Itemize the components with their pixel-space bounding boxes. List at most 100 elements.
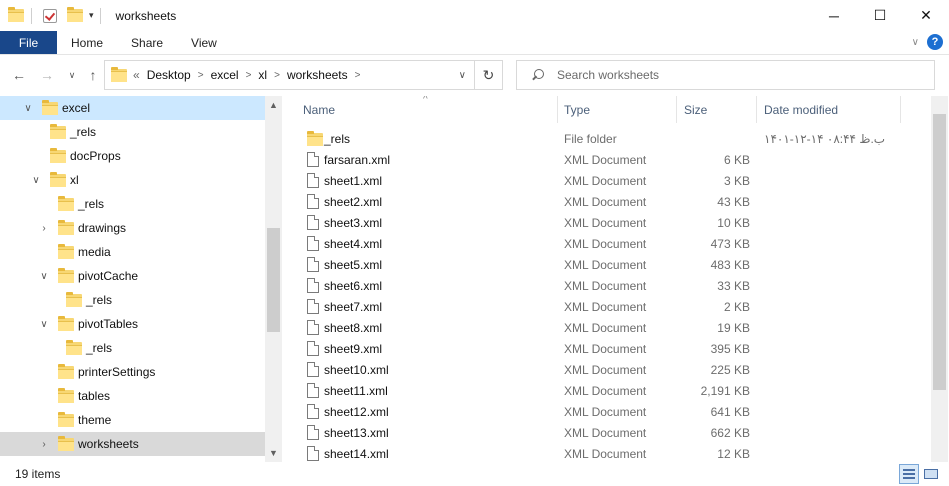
chevron-right-icon[interactable]: > bbox=[274, 70, 280, 81]
file-name: sheet9.xml bbox=[324, 342, 383, 356]
file-row[interactable]: sheet11.xml XML Document 2,191 KB bbox=[283, 380, 931, 401]
file-row[interactable]: sheet12.xml XML Document 641 KB bbox=[283, 401, 931, 422]
file-type: XML Document bbox=[564, 342, 647, 356]
chevron-right-icon[interactable]: > bbox=[355, 70, 361, 81]
file-type: File folder bbox=[564, 132, 617, 146]
file-type: XML Document bbox=[564, 447, 647, 461]
tree-item--rels[interactable]: _rels bbox=[0, 288, 265, 312]
folder-icon bbox=[58, 364, 74, 379]
column-header-type[interactable]: Type bbox=[564, 96, 676, 123]
file-name: sheet8.xml bbox=[324, 321, 383, 335]
close-button[interactable]: ✕ bbox=[903, 0, 949, 31]
file-date-modified: ۱۴۰۱-۱۲-۱۴ ب.ظ ۰۸:۴۴ bbox=[764, 132, 886, 146]
tree-item-tables[interactable]: tables bbox=[0, 384, 265, 408]
file-type: XML Document bbox=[564, 300, 647, 314]
chevron-right-icon[interactable]: › bbox=[38, 222, 50, 234]
breadcrumb-worksheets[interactable]: worksheets bbox=[287, 68, 348, 82]
column-header-name[interactable]: Name bbox=[303, 96, 557, 123]
chevron-down-icon[interactable]: ∨ bbox=[38, 318, 50, 330]
refresh-icon[interactable]: ↻ bbox=[475, 60, 503, 90]
tree-item-label: media bbox=[78, 245, 111, 259]
scroll-up-icon[interactable]: ▲ bbox=[265, 98, 282, 112]
chevron-down-icon[interactable]: ∨ bbox=[30, 174, 42, 186]
chevron-right-icon[interactable]: > bbox=[246, 70, 252, 81]
file-row[interactable]: sheet3.xml XML Document 10 KB bbox=[283, 212, 931, 233]
xml-file-icon bbox=[307, 236, 319, 251]
file-type: XML Document bbox=[564, 258, 647, 272]
tree-item-media[interactable]: media bbox=[0, 240, 265, 264]
column-header-date-modified[interactable]: Date modified bbox=[764, 96, 900, 123]
file-row[interactable]: farsaran.xml XML Document 6 KB bbox=[283, 149, 931, 170]
file-row[interactable]: sheet13.xml XML Document 662 KB bbox=[283, 422, 931, 443]
breadcrumb-overflow[interactable]: « bbox=[133, 68, 140, 82]
file-row[interactable]: sheet2.xml XML Document 43 KB bbox=[283, 191, 931, 212]
breadcrumb-excel[interactable]: excel bbox=[211, 68, 239, 82]
tree-item-printersettings[interactable]: printerSettings bbox=[0, 360, 265, 384]
properties-icon[interactable] bbox=[43, 8, 57, 23]
ribbon-tabs: File Home Share View ∨ ? bbox=[0, 31, 949, 55]
chevron-right-icon[interactable]: › bbox=[38, 438, 50, 450]
up-icon[interactable]: ↑ bbox=[84, 66, 102, 84]
tree-item-worksheets[interactable]: › worksheets bbox=[0, 432, 265, 456]
file-row[interactable]: sheet5.xml XML Document 483 KB bbox=[283, 254, 931, 275]
breadcrumb-xl[interactable]: xl bbox=[258, 68, 267, 82]
tree-item--rels[interactable]: _rels bbox=[0, 192, 265, 216]
column-header-size[interactable]: Size bbox=[684, 96, 756, 123]
back-icon[interactable]: ← bbox=[10, 66, 28, 84]
tree-item--rels[interactable]: _rels bbox=[0, 336, 265, 360]
scroll-down-icon[interactable]: ▼ bbox=[265, 446, 282, 460]
folder-icon bbox=[66, 292, 82, 307]
file-name: _rels bbox=[324, 132, 351, 146]
maximize-button[interactable]: ☐ bbox=[857, 0, 903, 31]
xml-file-icon bbox=[307, 152, 319, 167]
chevron-right-icon[interactable]: > bbox=[198, 70, 204, 81]
large-icons-view-button[interactable] bbox=[921, 464, 941, 484]
file-row[interactable]: sheet1.xml XML Document 3 KB bbox=[283, 170, 931, 191]
tree-item-theme[interactable]: theme bbox=[0, 408, 265, 432]
recent-locations-icon[interactable]: ∨ bbox=[63, 66, 81, 84]
quick-access-toolbar: ▾ bbox=[0, 0, 108, 31]
tree-item-xl[interactable]: ∨ xl bbox=[0, 168, 265, 192]
file-row[interactable]: sheet10.xml XML Document 225 KB bbox=[283, 359, 931, 380]
file-row[interactable]: _rels File folder ۱۴۰۱-۱۲-۱۴ ب.ظ ۰۸:۴۴ bbox=[283, 128, 931, 149]
minimize-button[interactable]: ─ bbox=[811, 0, 857, 31]
file-row[interactable]: sheet7.xml XML Document 2 KB bbox=[283, 296, 931, 317]
tree-item-pivotcache[interactable]: ∨ pivotCache bbox=[0, 264, 265, 288]
chevron-down-icon[interactable]: ∨ bbox=[912, 37, 919, 48]
file-name: sheet7.xml bbox=[324, 300, 383, 314]
tree-item--rels[interactable]: _rels bbox=[0, 120, 265, 144]
folder-icon bbox=[58, 244, 74, 259]
nav-pane-scrollbar[interactable]: ▲ ▼ bbox=[265, 96, 282, 462]
file-row[interactable]: sheet9.xml XML Document 395 KB bbox=[283, 338, 931, 359]
tab-view[interactable]: View bbox=[177, 31, 231, 54]
file-row[interactable]: sheet4.xml XML Document 473 KB bbox=[283, 233, 931, 254]
scrollbar-thumb[interactable] bbox=[933, 114, 946, 390]
file-row[interactable]: sheet6.xml XML Document 33 KB bbox=[283, 275, 931, 296]
address-bar[interactable]: « Desktop > excel > xl > worksheets > ∨ bbox=[104, 60, 475, 90]
file-row[interactable]: sheet8.xml XML Document 19 KB bbox=[283, 317, 931, 338]
help-icon[interactable]: ? bbox=[927, 34, 943, 50]
forward-icon[interactable]: → bbox=[38, 66, 56, 84]
scrollbar-thumb[interactable] bbox=[267, 228, 280, 332]
breadcrumb-desktop[interactable]: Desktop bbox=[147, 68, 191, 82]
new-folder-icon[interactable] bbox=[67, 7, 83, 22]
customize-toolbar-icon[interactable]: ▾ bbox=[89, 10, 94, 21]
details-view-button[interactable] bbox=[899, 464, 919, 484]
tree-item-drawings[interactable]: › drawings bbox=[0, 216, 265, 240]
folder-icon bbox=[50, 124, 66, 139]
search-input[interactable]: Search worksheets bbox=[516, 60, 935, 90]
chevron-down-icon[interactable]: ∨ bbox=[22, 102, 34, 114]
tree-item-excel[interactable]: ∨ excel bbox=[0, 96, 265, 120]
file-name: sheet2.xml bbox=[324, 195, 383, 209]
address-dropdown-icon[interactable]: ∨ bbox=[459, 70, 466, 81]
tree-item-docprops[interactable]: docProps bbox=[0, 144, 265, 168]
chevron-down-icon[interactable]: ∨ bbox=[38, 270, 50, 282]
tab-share[interactable]: Share bbox=[117, 31, 177, 54]
tab-home[interactable]: Home bbox=[57, 31, 117, 54]
file-name: farsaran.xml bbox=[324, 153, 391, 167]
file-row[interactable]: sheet14.xml XML Document 12 KB bbox=[283, 443, 931, 462]
file-list-scrollbar[interactable] bbox=[931, 96, 948, 462]
tab-file[interactable]: File bbox=[0, 31, 57, 54]
file-type: XML Document bbox=[564, 426, 647, 440]
tree-item-pivottables[interactable]: ∨ pivotTables bbox=[0, 312, 265, 336]
